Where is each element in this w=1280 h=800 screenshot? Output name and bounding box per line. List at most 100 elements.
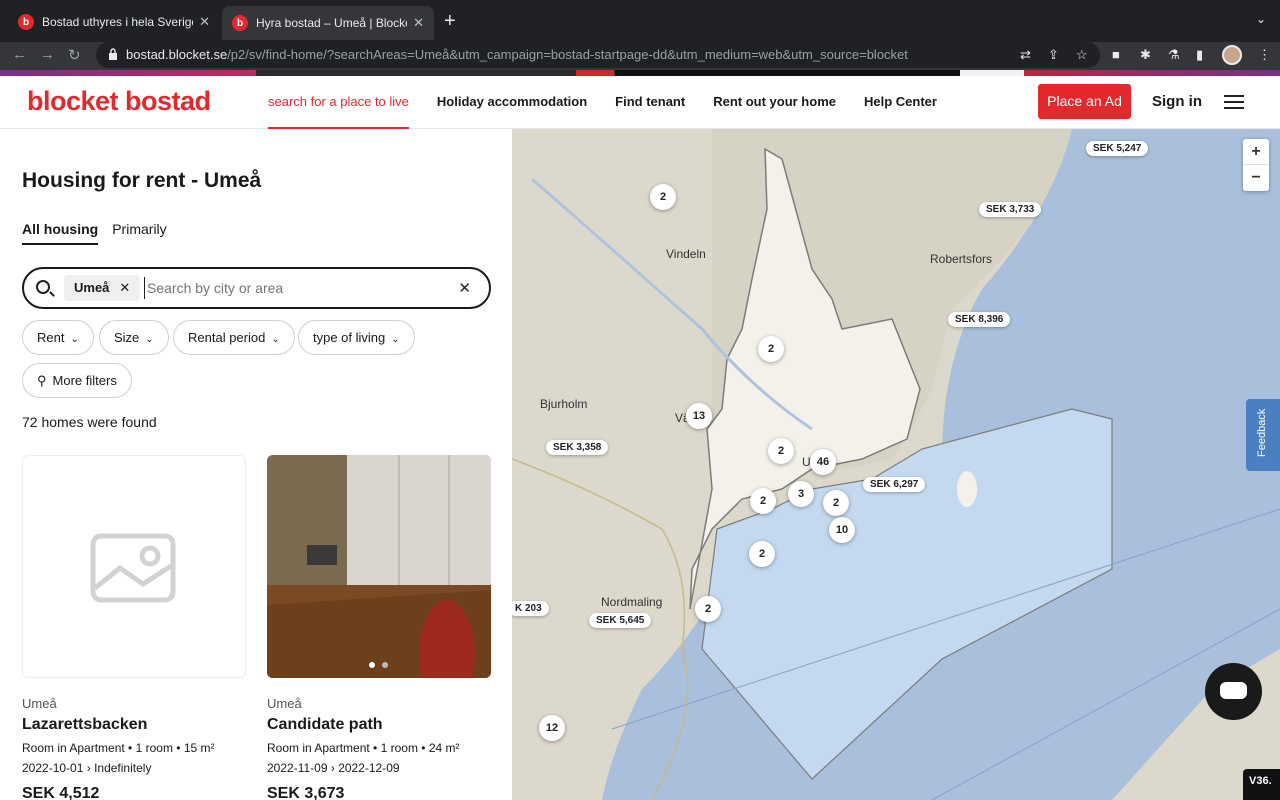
profile-avatar[interactable] — [1222, 45, 1242, 65]
price-marker[interactable]: SEK 3,733 — [979, 202, 1042, 217]
chat-bubble-icon[interactable] — [1205, 663, 1262, 720]
map-label-robertsfors: Robertsfors — [930, 252, 993, 266]
price-marker[interactable]: SEK 3,358 — [546, 440, 609, 455]
close-tab-icon[interactable]: ✕ — [199, 14, 210, 30]
bookmark-star-icon[interactable]: ☆ — [1076, 47, 1088, 63]
price-marker[interactable]: SEK 5,645 — [589, 613, 652, 628]
cluster-marker[interactable]: 3 — [788, 481, 814, 507]
cluster-marker[interactable]: 13 — [686, 403, 712, 429]
share-icon[interactable]: ⇪ — [1048, 47, 1059, 63]
area-chip-label: Umeå — [74, 280, 110, 295]
nav-holiday-accommodation[interactable]: Holiday accommodation — [437, 76, 587, 129]
cluster-marker[interactable]: 2 — [823, 490, 849, 516]
filter-label: Rental period — [188, 330, 266, 345]
listing-rooms: 1 room — [380, 741, 418, 755]
forward-arrow-icon[interactable]: → — [40, 46, 55, 63]
listing-name: Candidate path — [267, 716, 383, 733]
browser-tab[interactable]: b Bostad uthyres i hela Sverige | ✕ — [8, 8, 220, 36]
browser-menu-icon[interactable]: ⋮ — [1258, 47, 1271, 63]
price-marker[interactable]: SEK 8,396 — [948, 312, 1011, 327]
cluster-marker[interactable]: 2 — [695, 596, 721, 622]
cluster-marker[interactable]: 2 — [749, 541, 775, 567]
tab-search-chevron-icon[interactable]: ⌄ — [1256, 12, 1266, 26]
filter-size-button[interactable]: Size ⌄ — [99, 320, 169, 355]
filter-rent-button[interactable]: Rent ⌄ — [22, 320, 94, 355]
zoom-in-button[interactable]: + — [1243, 139, 1269, 165]
listing-type: Room in Apartment — [267, 741, 370, 755]
new-tab-icon[interactable]: + — [444, 10, 456, 33]
cluster-marker[interactable]: 46 — [810, 449, 836, 475]
site-header: blocket bostad search for a place to liv… — [0, 76, 1280, 129]
price-marker[interactable]: SEK 6,297 — [863, 477, 926, 492]
listing-card[interactable]: Umeå Lazarettsbacken Room in Apartment •… — [22, 455, 246, 800]
map-label-vindeln: Vindeln — [666, 247, 706, 261]
listing-date-from: 2022-11-09 — [267, 761, 328, 775]
address-bar[interactable]: bostad.blocket.se/p2/sv/find-home/?searc… — [96, 42, 1100, 68]
feedback-tab[interactable]: Feedback — [1246, 399, 1280, 471]
filter-label: More filters — [52, 373, 117, 388]
listing-dates: 2022-10-01 › Indefinitely — [22, 761, 246, 775]
zoom-out-button[interactable]: − — [1243, 165, 1269, 191]
cluster-marker[interactable]: 2 — [758, 336, 784, 362]
lab-flask-icon[interactable]: ⚗ — [1168, 47, 1180, 63]
price-marker[interactable]: SEK 5,247 — [1086, 141, 1149, 156]
puzzle-extensions-icon[interactable]: ✱ — [1140, 47, 1151, 63]
chevron-down-icon: ⌄ — [391, 334, 400, 345]
listing-image-placeholder — [22, 455, 246, 678]
area-chip: Umeå ✕ — [64, 275, 141, 301]
chevron-down-icon: ⌄ — [271, 334, 280, 345]
version-badge: V36. — [1243, 769, 1280, 800]
browser-tab-active[interactable]: b Hyra bostad – Umeå | Blocket B ✕ — [222, 6, 434, 40]
close-tab-icon[interactable]: ✕ — [413, 15, 424, 31]
reload-icon[interactable]: ↻ — [68, 46, 81, 64]
filter-type-of-living-button[interactable]: type of living ⌄ — [298, 320, 415, 355]
listing-city: Umeå — [267, 696, 302, 711]
blocket-bostad-logo[interactable]: blocket bostad — [27, 86, 211, 117]
hamburger-menu-icon[interactable] — [1224, 95, 1244, 109]
filter-label: type of living — [313, 330, 386, 345]
cluster-marker[interactable]: 2 — [750, 488, 776, 514]
blocket-favicon-icon: b — [232, 15, 248, 31]
tab-primarily[interactable]: Primarily — [112, 221, 166, 245]
price-marker[interactable]: K 203 — [512, 601, 549, 616]
listing-size: 15 m² — [183, 741, 215, 755]
cluster-marker[interactable]: 2 — [650, 184, 676, 210]
chevron-right-icon: › — [86, 761, 91, 775]
clear-search-icon[interactable]: ✕ — [458, 279, 471, 297]
search-input[interactable] — [144, 277, 444, 299]
listing-meta: Room in Apartment • 1 room • 15 m² — [22, 741, 215, 755]
cluster-marker[interactable]: 12 — [539, 715, 565, 741]
place-ad-button[interactable]: Place an Ad — [1038, 84, 1131, 119]
url-domain: bostad.blocket.se — [126, 47, 228, 62]
side-panel-icon[interactable]: ▮ — [1196, 47, 1203, 63]
main-nav: search for a place to live Holiday accom… — [268, 76, 965, 129]
back-arrow-icon[interactable]: ← — [12, 46, 27, 63]
sign-in-link[interactable]: Sign in — [1152, 93, 1202, 110]
listing-date-from: 2022-10-01 — [22, 761, 84, 775]
result-count: 72 homes were found — [22, 414, 157, 430]
map-label-bjurholm: Bjurholm — [540, 397, 588, 411]
page-title: Housing for rent - Umeå — [22, 169, 262, 192]
listing-size: 24 m² — [428, 741, 460, 755]
cluster-marker[interactable]: 2 — [768, 438, 794, 464]
listing-rooms: 1 room — [135, 741, 173, 755]
translate-icon[interactable]: ⇄ — [1020, 47, 1031, 63]
nav-rent-out-home[interactable]: Rent out your home — [713, 76, 836, 129]
listing-date-to: Indefinitely — [94, 761, 152, 775]
listing-meta: Room in Apartment • 1 room • 24 m² — [267, 741, 460, 755]
extension-icon[interactable]: ■ — [1112, 47, 1120, 62]
tab-all-housing[interactable]: All housing — [22, 221, 99, 245]
map-view[interactable]: Vindeln Robertsfors Bjurholm Nordmaling … — [512, 129, 1280, 800]
search-icon — [36, 280, 50, 294]
filter-label: Size — [114, 330, 140, 345]
chevron-down-icon: ⌄ — [145, 334, 154, 345]
nav-find-tenant[interactable]: Find tenant — [615, 76, 685, 129]
listing-card[interactable]: Umeå Candidate path Room in Apartment • … — [267, 455, 491, 800]
nav-help-center[interactable]: Help Center — [864, 76, 937, 129]
nav-search-place[interactable]: search for a place to live — [268, 76, 409, 129]
remove-chip-icon[interactable]: ✕ — [119, 280, 130, 295]
more-filters-button[interactable]: ⚲ More filters — [22, 363, 132, 398]
filter-rental-period-button[interactable]: Rental period ⌄ — [173, 320, 295, 355]
cluster-marker[interactable]: 10 — [829, 517, 855, 543]
listing-date-to: 2022-12-09 — [338, 761, 400, 775]
